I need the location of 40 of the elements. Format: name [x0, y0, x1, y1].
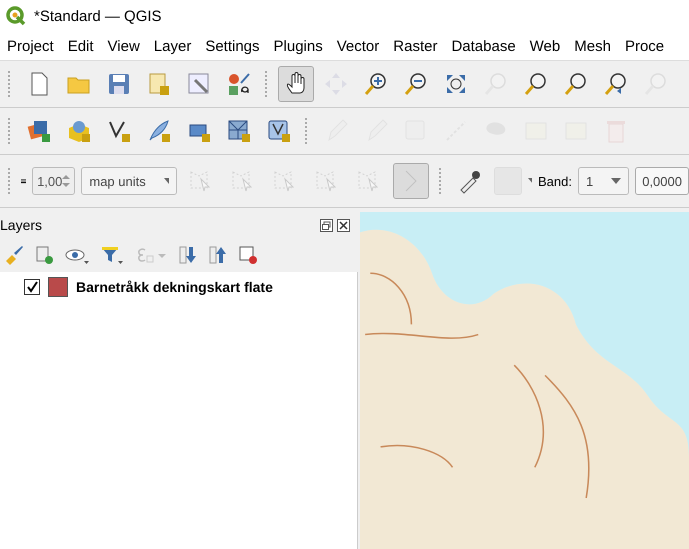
value-field[interactable]: 0,0000	[635, 167, 689, 195]
brush-icon[interactable]	[4, 245, 24, 265]
width-spinbox[interactable]: 1,00	[32, 167, 76, 195]
collapse-icon[interactable]	[208, 245, 228, 265]
expand-icon[interactable]	[178, 245, 198, 265]
close-icon[interactable]	[337, 218, 350, 232]
add-group-icon[interactable]	[34, 245, 54, 265]
vertex-icon	[266, 118, 292, 144]
menu-item[interactable]: Plugins	[266, 38, 330, 54]
menu-item[interactable]: Layer	[146, 38, 198, 54]
shapes-icon	[226, 71, 252, 97]
toolbar-button[interactable]	[278, 66, 314, 102]
menu-item[interactable]: Edit	[60, 38, 101, 54]
band-dropdown[interactable]: 1	[578, 167, 630, 195]
menu-item[interactable]: View	[100, 38, 147, 54]
app-logo-icon	[6, 6, 26, 26]
menu-item[interactable]: Project	[0, 38, 61, 54]
layer-checkbox[interactable]	[24, 279, 40, 295]
panel-title: Layers	[0, 217, 42, 233]
caret-icon	[164, 178, 170, 184]
menu-item[interactable]: Settings	[198, 38, 267, 54]
menu-item[interactable]: Web	[522, 38, 568, 54]
layers-icon	[26, 118, 52, 144]
menu-item[interactable]: Proce	[618, 38, 672, 54]
menu-item[interactable]: Raster	[386, 38, 444, 54]
spin-arrows-icon	[62, 174, 70, 188]
filter-icon[interactable]	[100, 245, 124, 265]
band-label: Band:	[538, 174, 572, 188]
float-icon[interactable]	[320, 218, 333, 232]
layer-name[interactable]: Barnetråkk dekningskart flate	[76, 279, 273, 295]
window-title: *Standard — QGIS	[34, 8, 162, 24]
caret-icon	[611, 178, 622, 184]
grid-icon	[226, 118, 252, 144]
remove-layer-icon[interactable]	[238, 245, 258, 265]
unit-dropdown[interactable]: map units	[81, 167, 178, 195]
globe-box-icon	[66, 118, 92, 144]
caret-icon	[528, 178, 532, 184]
menu-item[interactable]: Vector	[330, 38, 386, 54]
menu-item[interactable]: Database	[444, 38, 523, 54]
menu-item[interactable]: Mesh	[567, 38, 618, 54]
